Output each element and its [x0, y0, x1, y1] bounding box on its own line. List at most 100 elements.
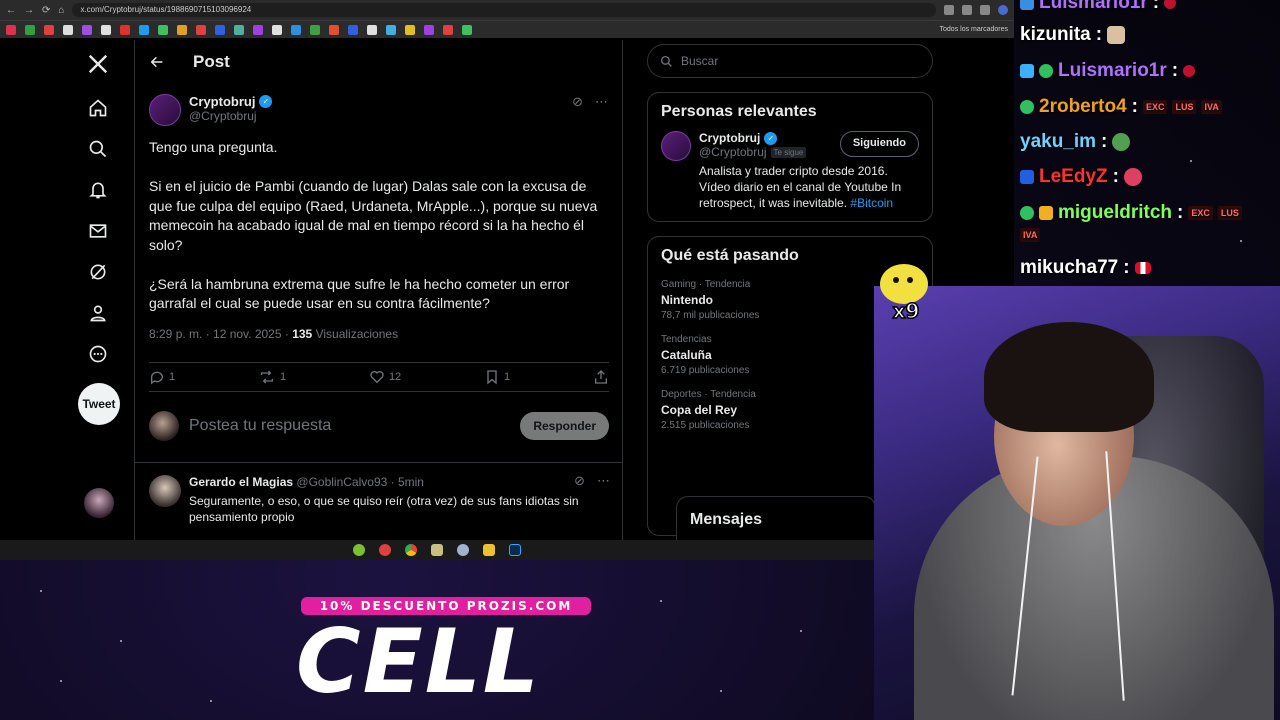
grok-icon[interactable] — [82, 256, 114, 288]
back-arrow-icon[interactable] — [149, 54, 165, 70]
reload-icon[interactable]: ⟳ — [42, 5, 50, 16]
bookmark-icon[interactable] — [196, 24, 206, 35]
reply-author-handle[interactable]: @GoblinCalvo93 · 5min — [296, 475, 424, 489]
bookmark-icon[interactable] — [6, 24, 16, 35]
emote-tag: EXC — [1188, 206, 1213, 220]
app-icon[interactable] — [457, 544, 469, 556]
bookmark-icon[interactable] — [63, 24, 73, 35]
reply-button[interactable]: Responder — [520, 412, 609, 440]
author-name[interactable]: Cryptobruj — [189, 94, 255, 109]
bookmark-icon[interactable] — [386, 24, 396, 35]
reply-item[interactable]: Gerardo el Magias @GoblinCalvo93 · 5min … — [135, 462, 622, 525]
bookmark-icon[interactable] — [291, 24, 301, 35]
photoshop-icon[interactable] — [509, 544, 521, 556]
messages-drawer[interactable]: Mensajes — [676, 496, 876, 544]
chat-message: yaku_im: — [1020, 131, 1131, 153]
home-icon[interactable] — [82, 92, 114, 124]
person-bio: Analista y trader cripto desde 2016. Víd… — [699, 163, 919, 211]
reply-author-avatar[interactable] — [149, 475, 181, 507]
x-logo-icon[interactable] — [82, 48, 114, 80]
bookmark-icon[interactable] — [139, 24, 149, 35]
messages-envelope-icon[interactable] — [82, 215, 114, 247]
bookmark-icon[interactable] — [462, 24, 472, 35]
search-icon — [660, 55, 672, 67]
extension-icon[interactable] — [944, 5, 954, 15]
grok-icon[interactable]: ⊘ — [572, 94, 583, 110]
chat-username: Luismario1r — [1058, 60, 1167, 81]
more-options-icon[interactable]: ⋯ — [595, 94, 608, 110]
bio-hashtag[interactable]: #Bitcoin — [850, 196, 893, 210]
extension-icon[interactable] — [980, 5, 990, 15]
bookmark-icon[interactable] — [272, 24, 282, 35]
bookmark-icon[interactable] — [82, 24, 92, 35]
share-action[interactable] — [593, 369, 609, 385]
profile-icon[interactable] — [82, 297, 114, 329]
bookmark-icon[interactable] — [215, 24, 225, 35]
arrow-badge-icon — [1020, 170, 1034, 184]
post-tools: ⊘ ⋯ — [572, 94, 608, 110]
emote-tag: LUS — [1172, 100, 1197, 114]
bookmark-action[interactable]: 1 — [484, 369, 510, 385]
bookmark-icon — [487, 370, 497, 385]
search-icon[interactable] — [82, 133, 114, 165]
bookmark-icon[interactable] — [120, 24, 130, 35]
home-icon[interactable]: ⌂ — [58, 5, 64, 16]
forward-arrow-icon[interactable]: → — [24, 5, 34, 16]
post-author[interactable]: Cryptobruj ✓ @Cryptobruj — [149, 94, 273, 126]
peru-flag-icon — [1134, 262, 1151, 274]
bookmark-icon[interactable] — [158, 24, 168, 35]
relevant-person[interactable]: Cryptobruj ✓ @Cryptobruj Te sigue Siguiend… — [661, 131, 919, 211]
app-icon[interactable] — [431, 544, 443, 556]
bookmark-icon[interactable] — [234, 24, 244, 35]
chrome-icon[interactable] — [405, 544, 417, 556]
bookmark-icon[interactable] — [424, 24, 434, 35]
red-gem-emote-icon — [1164, 0, 1177, 9]
bookmark-icon[interactable] — [367, 24, 377, 35]
level-badge-icon — [1020, 100, 1034, 114]
repost-action[interactable]: 1 — [258, 369, 286, 385]
reply-action[interactable]: 1 — [149, 369, 175, 385]
post-timestamp[interactable]: 8:29 p. m. · 12 nov. 2025 · — [149, 327, 292, 341]
reply-header: Gerardo el Magias @GoblinCalvo93 · 5min — [189, 475, 589, 489]
bookmark-icon[interactable] — [348, 24, 358, 35]
person-avatar[interactable] — [661, 131, 691, 161]
author-avatar[interactable] — [149, 94, 181, 126]
grok-icon[interactable]: ⊘ — [574, 473, 585, 489]
person-name[interactable]: Cryptobruj — [699, 131, 760, 145]
person-handle[interactable]: @Cryptobruj — [699, 145, 767, 159]
search-box[interactable]: Buscar — [647, 44, 933, 78]
address-bar[interactable]: x.com/Cryptobruj/status/1988690715103096… — [72, 3, 936, 17]
tweet-button[interactable]: Tweet — [78, 383, 120, 425]
bookmark-icon[interactable] — [329, 24, 339, 35]
following-button[interactable]: Siguiendo — [839, 131, 919, 157]
reply-author-name[interactable]: Gerardo el Magias — [189, 475, 293, 489]
all-bookmarks-link[interactable]: Todos los marcadores — [940, 26, 1008, 33]
overlay-title: CELL — [296, 610, 541, 713]
bookmark-icon[interactable] — [44, 24, 54, 35]
more-options-icon[interactable]: ⋯ — [597, 473, 610, 489]
like-action[interactable]: 12 — [369, 369, 401, 385]
bookmark-icon[interactable] — [405, 24, 415, 35]
chat-message-continuation: IVA — [1020, 228, 1041, 242]
bookmark-icon[interactable] — [101, 24, 111, 35]
views-count: 135 — [292, 327, 313, 341]
bookmark-icon[interactable] — [177, 24, 187, 35]
notifications-bell-icon[interactable] — [82, 174, 114, 206]
profile-icon[interactable] — [998, 5, 1008, 15]
bookmark-icon[interactable] — [443, 24, 453, 35]
back-arrow-icon[interactable]: ← — [6, 5, 16, 16]
app-icon[interactable] — [379, 544, 391, 556]
bookmark-icon[interactable] — [253, 24, 263, 35]
search-input[interactable]: Buscar — [681, 54, 718, 68]
extension-icon[interactable] — [962, 5, 972, 15]
author-handle[interactable]: @Cryptobruj — [189, 109, 272, 123]
reply-input[interactable]: Postea tu respuesta — [189, 417, 510, 435]
bookmark-icon[interactable] — [25, 24, 35, 35]
views-label: Visualizaciones — [312, 327, 399, 341]
account-avatar[interactable] — [84, 488, 114, 518]
bookmark-icon[interactable] — [310, 24, 320, 35]
folder-icon[interactable] — [483, 544, 495, 556]
app-icon[interactable] — [353, 544, 365, 556]
more-options-icon[interactable] — [82, 338, 114, 370]
account-avatar — [149, 411, 179, 441]
